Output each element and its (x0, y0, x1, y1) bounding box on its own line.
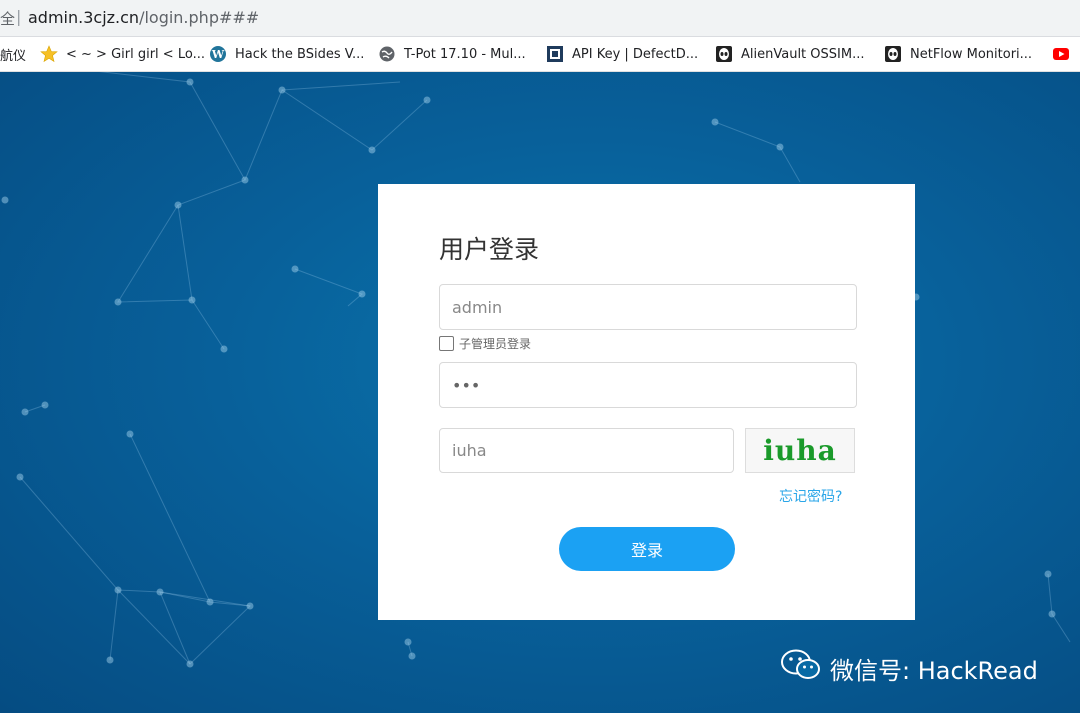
login-title: 用户登录 (439, 235, 540, 264)
wechat-icon (780, 647, 822, 689)
youtube-icon (1052, 45, 1070, 63)
defectdojo-icon (546, 45, 564, 63)
bookmark-label: API Key | DefectD... (572, 46, 699, 62)
address-bar[interactable]: 全 | admin.3cjz.cn/login.php### (0, 0, 1080, 37)
sub-admin-checkbox[interactable] (439, 336, 454, 351)
bookmark-item[interactable]: AlienVault OSSIM... (715, 44, 864, 64)
bookmark-item[interactable]: W Hack the BSides V... (209, 44, 364, 64)
address-separator: | (16, 7, 22, 26)
sub-admin-row[interactable]: 子管理员登录 (439, 335, 531, 352)
captcha-input[interactable] (439, 428, 734, 473)
bookmark-item[interactable]: T-Pot 17.10 - Mul... (378, 44, 526, 64)
bookmark-item[interactable]: API Key | DefectD... (546, 44, 698, 64)
bookmark-label: < ~ > Girl girl < Lo... (66, 46, 205, 62)
bookmark-item[interactable]: NetFlow Monitori... (884, 44, 1032, 64)
security-indicator[interactable]: 全 (0, 8, 15, 29)
watermark-text: 微信号: HackRead (830, 656, 1038, 685)
bookmark-item[interactable]: 航仪 (0, 44, 26, 64)
sub-admin-label[interactable]: 子管理员登录 (459, 335, 531, 352)
alien-icon (715, 45, 733, 63)
star-icon (40, 45, 58, 63)
login-card: 用户登录 子管理员登录 iuha 忘记密码? 登录 (378, 184, 915, 620)
password-input[interactable] (439, 362, 857, 408)
bookmarks-bar: 航仪 < ~ > Girl girl < Lo... W Hack the BS… (0, 37, 1080, 72)
page-background: 用户登录 子管理员登录 iuha 忘记密码? 登录 微信号: HackRead (0, 72, 1080, 713)
url-text[interactable]: admin.3cjz.cn/login.php### (28, 8, 259, 27)
wechat-watermark: 微信号: HackRead (780, 647, 1038, 689)
bookmark-label: T-Pot 17.10 - Mul... (404, 46, 526, 62)
bookmark-label: NetFlow Monitori... (910, 46, 1033, 62)
svg-text:W: W (211, 48, 225, 61)
bookmark-label: Hack the BSides V... (235, 46, 365, 62)
username-input[interactable] (439, 284, 857, 330)
bookmark-label: 航仪 (0, 48, 27, 64)
forgot-password-link[interactable]: 忘记密码? (779, 486, 842, 506)
url-path: /login.php### (139, 8, 260, 27)
alien-icon (884, 45, 902, 63)
globe-icon (378, 45, 396, 63)
bookmark-item[interactable]: < ~ > Girl girl < Lo... (40, 44, 205, 64)
url-host: admin.3cjz.cn (28, 8, 140, 27)
login-button[interactable]: 登录 (559, 527, 735, 571)
wordpress-icon: W (209, 45, 227, 63)
captcha-image[interactable]: iuha (745, 428, 855, 473)
bookmark-item[interactable] (1052, 44, 1078, 64)
bookmark-label: AlienVault OSSIM... (741, 46, 865, 62)
captcha-image-text: iuha (763, 434, 837, 467)
